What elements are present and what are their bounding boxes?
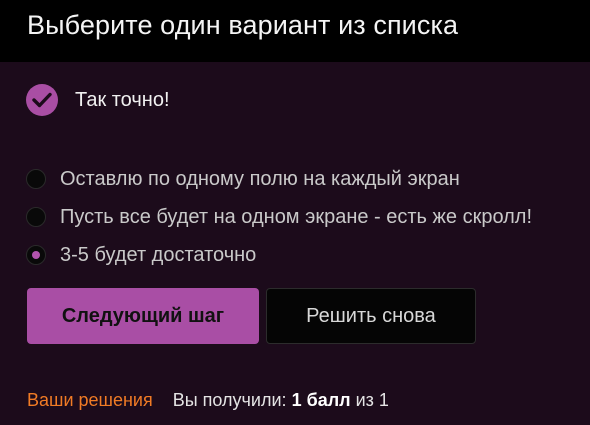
score-separator: из xyxy=(355,390,374,410)
radio-button[interactable] xyxy=(26,169,46,189)
score-prefix: Вы получили: xyxy=(172,390,287,410)
answer-feedback: Так точно! xyxy=(26,84,170,116)
option-label: Оставлю по одному полю на каждый экран xyxy=(60,167,460,190)
score-max: 1 xyxy=(378,390,389,410)
score-text: Вы получили: 1 балл из 1 xyxy=(173,389,389,411)
option-label: Пусть все будет на одном экране - есть ж… xyxy=(60,205,533,228)
check-icon xyxy=(26,84,58,116)
score-value: 1 балл xyxy=(291,390,351,410)
your-solutions-link[interactable]: Ваши решения xyxy=(27,389,153,411)
radio-button-selected[interactable] xyxy=(26,245,46,265)
option-three-to-five[interactable]: 3-5 будет достаточно xyxy=(26,236,532,274)
option-all-on-one-screen[interactable]: Пусть все будет на одном экране - есть ж… xyxy=(26,198,532,236)
page-header: Выберите один вариант из списка xyxy=(0,0,590,62)
option-label: 3-5 будет достаточно xyxy=(60,243,257,266)
radio-button[interactable] xyxy=(26,207,46,227)
retry-button[interactable]: Решить снова xyxy=(266,288,476,344)
option-one-field-per-screen[interactable]: Оставлю по одному полю на каждый экран xyxy=(26,160,532,198)
answer-options: Оставлю по одному полю на каждый экран П… xyxy=(26,160,532,274)
result-footer: Ваши решения Вы получили: 1 балл из 1 xyxy=(27,389,389,411)
radio-selected-dot xyxy=(32,251,40,259)
page-title: Выберите один вариант из списка xyxy=(27,10,459,40)
feedback-text: Так точно! xyxy=(75,88,170,111)
next-step-button[interactable]: Следующий шаг xyxy=(27,288,259,344)
